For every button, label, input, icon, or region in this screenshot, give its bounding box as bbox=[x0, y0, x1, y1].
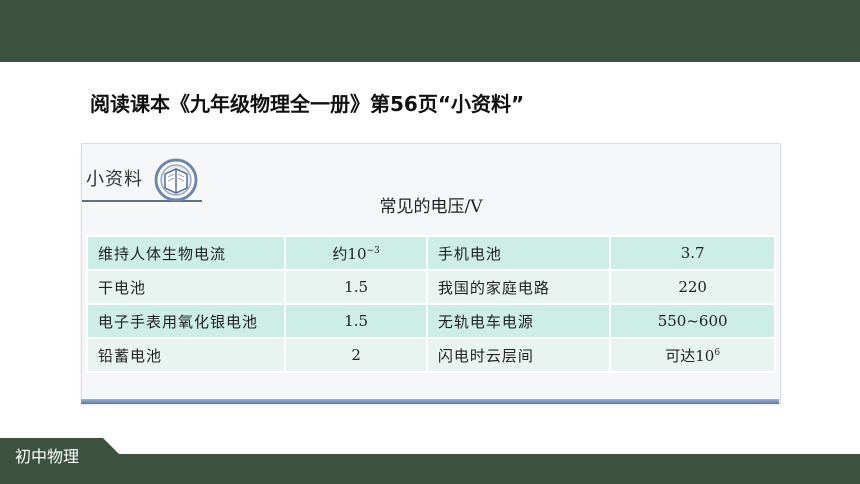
cell-text: 可达10 bbox=[665, 346, 715, 365]
table-cell: 无轨电车电源 bbox=[425, 303, 612, 339]
cell-text: 电子手表用氧化银电池 bbox=[98, 312, 259, 331]
cell-exponent: −3 bbox=[366, 245, 380, 256]
table-cell: 1.5 bbox=[284, 303, 428, 339]
cell-text: 1.5 bbox=[344, 312, 369, 330]
cell-text: 550~600 bbox=[657, 312, 728, 330]
cell-text: 闪电时云层间 bbox=[437, 346, 534, 365]
cell-text: 我国的家庭电路 bbox=[437, 278, 550, 297]
table-row: 铅蓄电池 2 闪电时云层间 可达106 bbox=[85, 337, 776, 373]
cell-text: 手机电池 bbox=[437, 244, 502, 263]
table-cell: 220 bbox=[609, 269, 776, 305]
table-cell: 1.5 bbox=[284, 269, 428, 305]
table-cell: 550~600 bbox=[609, 303, 776, 339]
cell-text: 约10 bbox=[332, 244, 367, 263]
cell-text: 无轨电车电源 bbox=[437, 312, 534, 331]
footer-label: 初中物理 bbox=[15, 447, 80, 466]
table-row: 干电池 1.5 我国的家庭电路 220 bbox=[85, 269, 776, 305]
table-cell: 约10−3 bbox=[284, 235, 428, 271]
table-row: 电子手表用氧化银电池 1.5 无轨电车电源 550~600 bbox=[85, 303, 776, 339]
info-card: 小资料 常见的电压/V 维持人体生物电流 约10−3 手机电池 3.7 干电池 1.5 我国… bbox=[81, 143, 781, 403]
table-title: 常见的电压/V bbox=[379, 197, 483, 217]
table-cell: 铅蓄电池 bbox=[85, 337, 287, 373]
card-bottom-line bbox=[81, 399, 779, 404]
table-cell: 2 bbox=[284, 337, 428, 373]
table-cell: 闪电时云层间 bbox=[425, 337, 612, 373]
cell-text: 1.5 bbox=[344, 278, 369, 296]
bottom-bar bbox=[0, 454, 860, 484]
top-bar bbox=[0, 0, 860, 62]
page-heading: 阅读课本《九年级物理全一册》第56页“小资料” bbox=[90, 92, 525, 116]
cell-text: 3.7 bbox=[680, 244, 705, 262]
sidebar-label: 小资料 bbox=[86, 169, 143, 190]
cell-exponent: 6 bbox=[714, 347, 721, 358]
table-cell: 干电池 bbox=[85, 269, 287, 305]
cell-text: 220 bbox=[678, 278, 707, 296]
cell-text: 铅蓄电池 bbox=[98, 346, 163, 365]
cell-text: 干电池 bbox=[98, 278, 147, 297]
table-cell: 3.7 bbox=[609, 235, 776, 271]
cell-text: 2 bbox=[351, 346, 361, 364]
footer-tab-slant bbox=[103, 438, 119, 454]
table-cell: 维持人体生物电流 bbox=[85, 235, 287, 271]
table-row: 维持人体生物电流 约10−3 手机电池 3.7 bbox=[85, 235, 776, 271]
voltage-table: 维持人体生物电流 约10−3 手机电池 3.7 干电池 1.5 我国的家庭电路 220 电子手表… bbox=[85, 235, 776, 373]
cell-text: 维持人体生物电流 bbox=[98, 244, 227, 263]
table-cell: 可达106 bbox=[609, 337, 776, 373]
table-cell: 电子手表用氧化银电池 bbox=[85, 303, 287, 339]
table-cell: 手机电池 bbox=[425, 235, 612, 271]
table-cell: 我国的家庭电路 bbox=[425, 269, 612, 305]
